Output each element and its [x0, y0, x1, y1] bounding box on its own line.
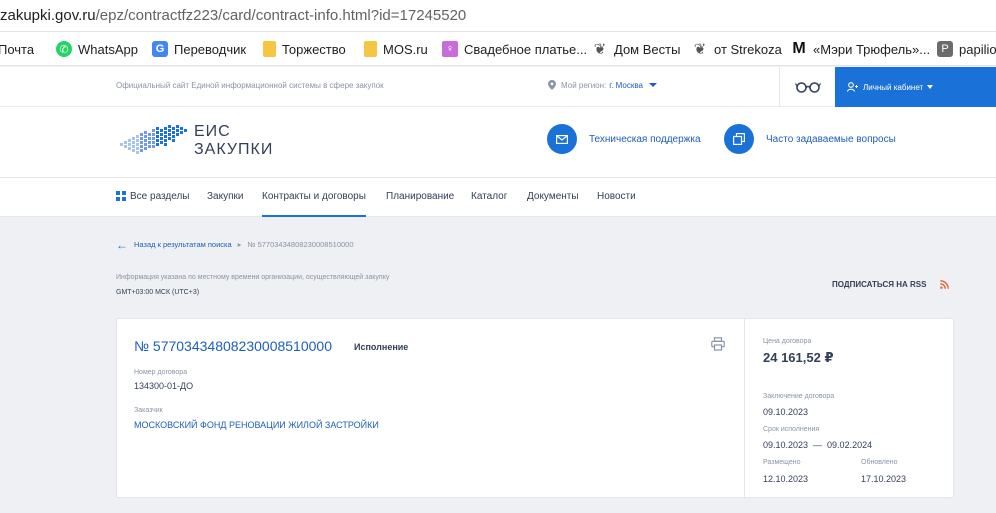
print-icon[interactable]	[711, 337, 725, 351]
bookmark-papilio[interactable]: Ppapilio	[937, 40, 996, 58]
faq-label: Часто задаваемые вопросы	[766, 133, 896, 145]
card-divider	[744, 319, 745, 499]
contract-no-label: Номер договора	[134, 369, 188, 376]
bookmark-label: Почта	[0, 41, 35, 57]
bookmark-label: «Мэри Трюфель»...	[813, 41, 931, 57]
russia-map-icon	[120, 125, 187, 154]
glasses-icon	[794, 82, 821, 93]
back-to-results-link[interactable]: Назад к результатам поиска	[134, 240, 232, 249]
bookmark-label: от Strekoza	[714, 41, 782, 57]
bookmark-label: papilio	[959, 41, 996, 57]
nav-planning[interactable]: Планирование	[386, 191, 454, 217]
bookmark-mary[interactable]: M «Мэри Трюфель»...	[791, 40, 930, 58]
rss-icon	[940, 280, 950, 289]
nav-news[interactable]: Новости	[597, 191, 636, 217]
status-badge: Исполнение	[354, 342, 409, 352]
dress-icon: ♀	[442, 41, 458, 57]
bookmark-label: MOS.ru	[383, 41, 428, 57]
site-header: ЕИС ЗАКУПКИ Техническая поддержка Часто …	[0, 107, 996, 178]
bookmark-strekoza[interactable]: ❦ от Strekoza	[692, 40, 782, 58]
folder-icon	[263, 41, 276, 57]
bookmark-translate[interactable]: G Переводчик	[152, 40, 246, 58]
region-label: Мой регион:	[561, 80, 607, 90]
posted-label: Размещено	[763, 459, 801, 466]
region-selector[interactable]: Мой регион: г. Москва	[548, 80, 657, 90]
term-label: Срок исполнения	[763, 426, 820, 433]
nav-contracts[interactable]: Контракты и договоры	[262, 191, 366, 217]
cabinet-label: Личный кабинет	[863, 82, 924, 92]
bookmark-label: WhatsApp	[78, 41, 138, 57]
url-path: /epz/contractfz223/card/contract-info.ht…	[95, 7, 467, 24]
tech-support-link[interactable]: Техническая поддержка	[547, 124, 701, 154]
grid-icon	[116, 191, 126, 201]
url-host: zakupki.gov.ru	[0, 7, 96, 24]
bookmark-vesta[interactable]: ❦ Дом Весты	[592, 40, 681, 58]
rss-subscribe-link[interactable]: ПОДПИСАТЬСЯ НА RSS	[832, 280, 950, 289]
nav-label: Все разделы	[130, 191, 190, 202]
contract-card: № 57703434808230008510000 Исполнение Ном…	[116, 318, 954, 499]
translate-icon: G	[152, 41, 168, 57]
price-label: Цена договора	[763, 338, 812, 345]
accessibility-button[interactable]	[779, 67, 835, 107]
site-logo[interactable]: ЕИС ЗАКУПКИ	[116, 121, 273, 161]
logo-line-2: ЗАКУПКИ	[194, 141, 274, 158]
personal-cabinet-button[interactable]: Личный кабинет	[835, 67, 996, 107]
customer-link[interactable]: МОСКОВСКИЙ ФОНД РЕНОВАЦИИ ЖИЛОЙ ЗАСТРОЙК…	[134, 420, 379, 430]
folder-icon	[364, 41, 377, 57]
copy-icon	[724, 124, 754, 154]
official-site-label: Официальный сайт Единой информационной с…	[116, 81, 384, 90]
nav-catalog[interactable]: Каталог	[471, 191, 507, 217]
user-icon	[847, 82, 858, 92]
whatsapp-icon: ✆	[56, 41, 72, 57]
faq-link[interactable]: Часто задаваемые вопросы	[724, 124, 896, 154]
bookmarks-bar: Почта ✆ WhatsApp G Переводчик Торжество MO…	[0, 32, 996, 66]
top-bar: Официальный сайт Единой информационной с…	[0, 67, 996, 107]
bookmark-mos[interactable]: MOS.ru	[364, 40, 428, 58]
address-bar[interactable]: zakupki.gov.ru/epz/contractfz223/card/co…	[0, 0, 996, 32]
bookmark-whatsapp[interactable]: ✆ WhatsApp	[56, 40, 138, 58]
breadcrumb: ← Назад к результатам поиска ▸ № 5770343…	[116, 239, 354, 251]
customer-label: Заказчик	[134, 407, 163, 414]
m-icon: M	[792, 40, 806, 57]
chevron-down-icon	[648, 83, 657, 87]
tech-support-label: Техническая поддержка	[589, 133, 701, 145]
concluded-value: 09.10.2023	[763, 407, 809, 417]
mail-icon	[547, 124, 577, 154]
region-value: г. Москва	[609, 80, 643, 90]
location-pin-icon	[548, 80, 556, 90]
logo-line-1: ЕИС	[194, 123, 231, 140]
main-nav: Все разделы Закупки Контракты и договоры…	[0, 178, 996, 217]
nav-all-sections[interactable]: Все разделы	[116, 191, 189, 217]
bookmark-dress[interactable]: ♀ Свадебное платье...	[442, 40, 587, 58]
contract-number-link[interactable]: № 57703434808230008510000	[134, 338, 332, 354]
term-value: 09.10.2023 — 09.02.2024	[763, 440, 873, 450]
contract-no-value: 134300-01-ДО	[134, 381, 194, 391]
bookmark-label: Переводчик	[174, 41, 247, 57]
breadcrumb-current: № 57703434808230008510000	[247, 240, 354, 249]
bookmark-label: Торжество	[282, 41, 346, 57]
breadcrumb-separator: ▸	[237, 240, 242, 249]
p-icon: P	[937, 41, 953, 57]
nav-purchases[interactable]: Закупки	[207, 191, 243, 217]
timezone-note: Информация указана по местному времени о…	[116, 274, 390, 281]
concluded-label: Заключение договора	[763, 393, 835, 400]
bookmark-label: Дом Весты	[614, 41, 681, 57]
bookmark-label: Свадебное платье...	[464, 41, 588, 57]
chevron-down-icon	[927, 85, 934, 89]
logo-text: ЕИС ЗАКУПКИ	[194, 123, 273, 159]
leaf-icon: ❦	[693, 41, 707, 58]
bookmark-mail[interactable]: Почта	[0, 40, 34, 58]
updated-value: 17.10.2023	[861, 474, 907, 484]
timezone-value: GMT+03:00 МСК (UTC+3)	[116, 289, 200, 296]
rss-label: ПОДПИСАТЬСЯ НА RSS	[832, 280, 927, 289]
arrow-left-icon[interactable]: ←	[116, 239, 128, 251]
url-text[interactable]: zakupki.gov.ru/epz/contractfz223/card/co…	[0, 7, 466, 24]
nav-documents[interactable]: Документы	[527, 191, 579, 217]
posted-value: 12.10.2023	[763, 474, 809, 484]
bookmark-torzhestvo[interactable]: Торжество	[263, 40, 346, 58]
leaf-icon: ❦	[593, 41, 607, 58]
updated-label: Обновлено	[861, 459, 898, 466]
price-value: 24 161,52 ₽	[763, 350, 834, 365]
